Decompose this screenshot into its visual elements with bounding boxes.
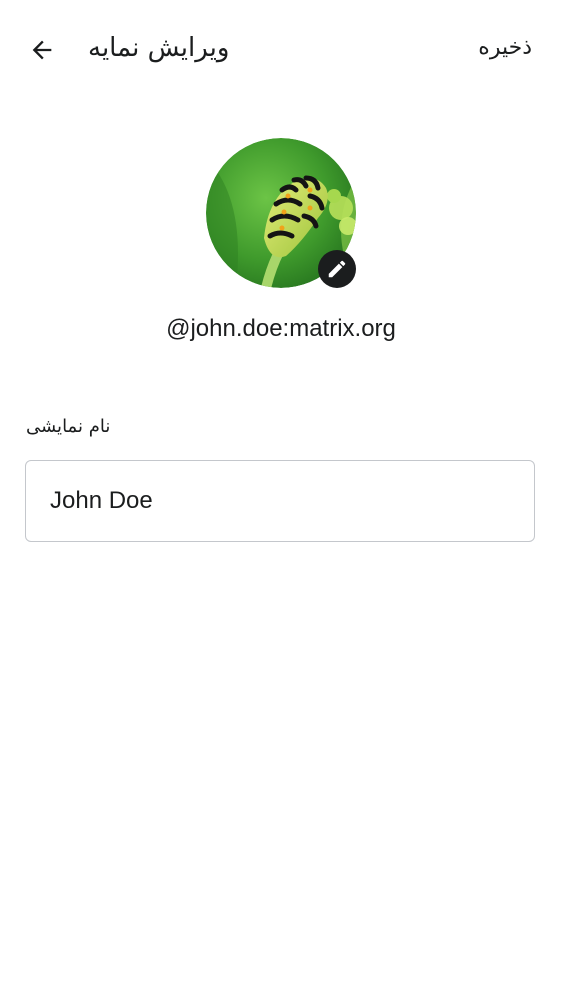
edit-avatar-badge[interactable] — [318, 250, 356, 288]
save-button[interactable]: ذخیره — [478, 30, 532, 66]
user-id: @john.doe:matrix.org — [166, 315, 396, 342]
arrow-back-icon — [32, 40, 52, 60]
edit-profile-screen: ویرایش نمایه ذخیره @john.doe:matrix.org … — [0, 0, 562, 1000]
back-button[interactable] — [18, 26, 66, 74]
page-title: ویرایش نمایه — [88, 33, 230, 63]
display-name-field[interactable] — [25, 460, 535, 542]
display-name-label: نام نمایشی — [26, 416, 111, 437]
avatar-button[interactable] — [206, 138, 356, 288]
pencil-icon — [328, 260, 346, 278]
display-name-input[interactable] — [50, 481, 510, 521]
top-app-bar: ویرایش نمایه ذخیره — [0, 0, 562, 96]
